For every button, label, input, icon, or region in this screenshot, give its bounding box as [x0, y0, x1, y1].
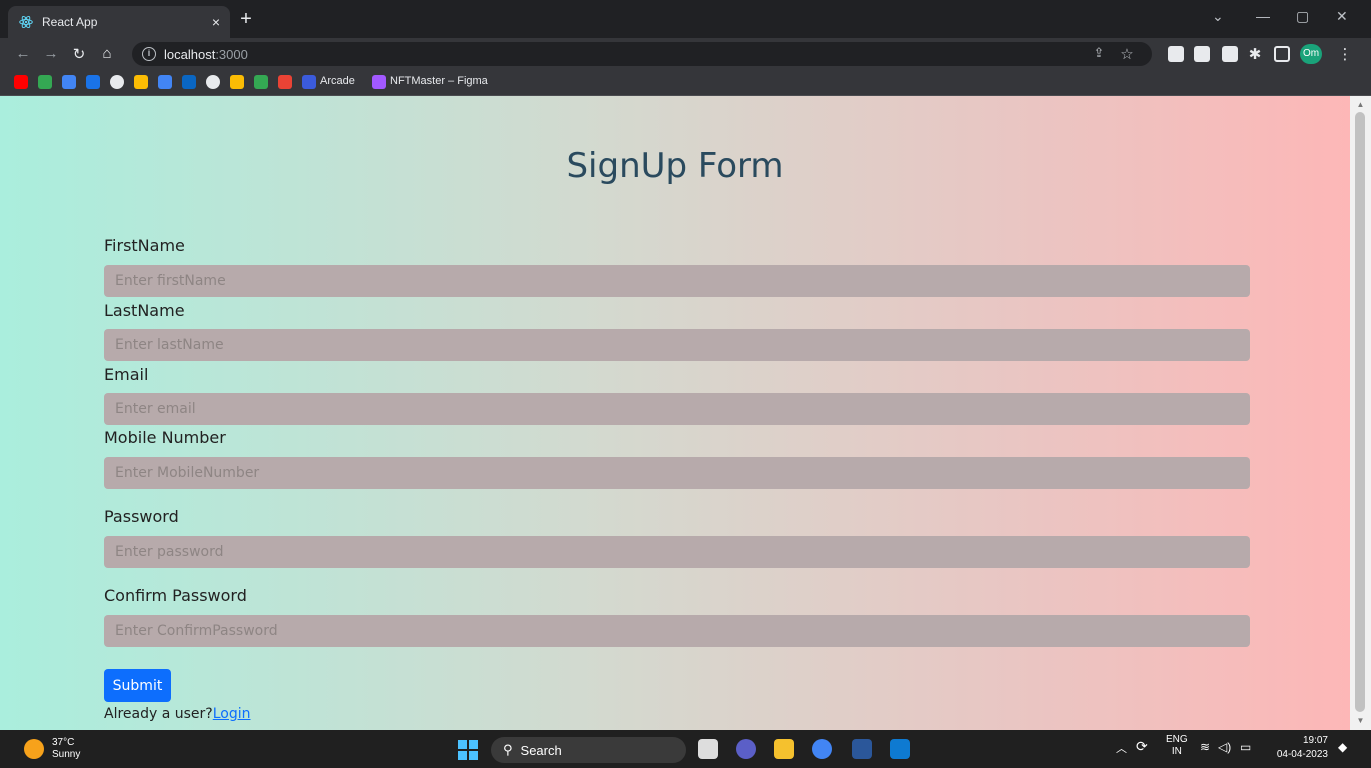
chrome-icon[interactable] [812, 739, 832, 759]
firstname-input[interactable] [104, 265, 1250, 297]
tab-title: React App [42, 15, 98, 29]
confirm-password-input[interactable] [104, 615, 1250, 647]
word-icon[interactable] [852, 739, 872, 759]
windows-start-icon[interactable] [458, 740, 478, 760]
side-panel-icon[interactable] [1274, 46, 1290, 62]
clock-date: 04-04-2023 [1276, 749, 1328, 760]
email-input[interactable] [104, 393, 1250, 425]
login-prompt-text: Already a user? [104, 706, 213, 722]
search-icon: ⚲ [503, 742, 513, 757]
extension-icon[interactable] [1168, 46, 1184, 62]
password-label: Password [104, 507, 179, 526]
google-icon-2[interactable] [206, 75, 220, 89]
tab-close-icon[interactable]: × [212, 14, 220, 30]
google-sheets-icon[interactable] [86, 75, 100, 89]
show-hidden-icons[interactable]: ︿ [1116, 740, 1127, 756]
taskbar-search[interactable]: ⚲ Search [491, 737, 686, 763]
site-info-icon[interactable]: i [142, 47, 156, 61]
windows-taskbar: 37°C Sunny ⚲ Search ︿ ⟳ ENG IN ≋ ◁) ▭ 19… [0, 730, 1371, 768]
clock-time: 19:07 [1302, 735, 1328, 746]
lastname-input[interactable] [104, 329, 1250, 361]
scroll-up-icon[interactable]: ▲ [1350, 100, 1371, 109]
firstname-label: FirstName [104, 236, 185, 255]
share-icon[interactable]: ⇪ [1090, 45, 1108, 61]
page-title: SignUp Form [566, 146, 784, 186]
meet-icon[interactable] [254, 75, 268, 89]
bookmarks-bar: Arcade NFTMaster – Figma [0, 70, 1371, 96]
menu-icon[interactable]: ⋮ [1336, 45, 1354, 63]
linkedin-icon[interactable] [182, 75, 196, 89]
email-label: Email [104, 365, 149, 384]
sync-icon[interactable]: ⟳ [1136, 738, 1148, 755]
bookmark-arcade[interactable]: Arcade [320, 75, 355, 87]
tab-react-app[interactable]: React App × [8, 6, 230, 38]
browser-tabstrip: React App × + ⌄ — ▢ ✕ [0, 0, 1371, 38]
url-host: localhost [164, 46, 216, 62]
task-view-icon[interactable] [698, 739, 718, 759]
sun-icon [24, 739, 44, 759]
battery-icon[interactable]: ▭ [1240, 740, 1251, 754]
address-bar[interactable]: i localhost:3000 [132, 42, 1152, 66]
back-icon[interactable]: ← [14, 45, 32, 62]
gmail-icon[interactable] [278, 75, 292, 89]
lastname-label: LastName [104, 301, 185, 320]
keep-icon[interactable] [230, 75, 244, 89]
s-extension-icon[interactable] [1194, 46, 1210, 62]
teams-chat-icon[interactable] [736, 739, 756, 759]
extensions-puzzle-icon[interactable]: ✱ [1246, 45, 1264, 63]
notifications-icon[interactable]: ◆ [1338, 740, 1347, 754]
lang-bottom: IN [1171, 746, 1182, 757]
restore-icon[interactable]: ▢ [1296, 8, 1309, 25]
profile-avatar[interactable]: Om [1300, 44, 1322, 64]
scroll-down-icon[interactable]: ▼ [1350, 716, 1371, 725]
password-input[interactable] [104, 536, 1250, 568]
login-link[interactable]: Login [213, 706, 251, 722]
mobile-input[interactable] [104, 457, 1250, 489]
b-extension-icon[interactable] [1222, 46, 1238, 62]
wifi-icon[interactable]: ≋ [1200, 740, 1210, 754]
minimize-icon[interactable]: — [1256, 8, 1270, 24]
page-scrollbar[interactable]: ▲ ▼ [1350, 96, 1371, 730]
weather-widget[interactable]: 37°C Sunny [24, 737, 80, 761]
page-viewport: SignUp Form FirstName LastName Email Mob… [0, 96, 1350, 730]
tab-search-icon[interactable]: ⌄ [1212, 8, 1224, 25]
drive-icon[interactable] [134, 75, 148, 89]
google-icon[interactable] [110, 75, 124, 89]
login-prompt: Already a user?Login [104, 706, 251, 722]
url-port: :3000 [215, 46, 248, 62]
new-tab-button[interactable]: + [236, 9, 256, 30]
confirm-password-label: Confirm Password [104, 586, 247, 605]
browser-toolbar: ← → ↻ ⌂ i localhost:3000 ⇪ ☆ ✱ Om ⋮ [0, 38, 1371, 70]
forward-icon[interactable]: → [42, 45, 60, 62]
bookmark-figma[interactable]: NFTMaster – Figma [390, 75, 488, 87]
file-explorer-icon[interactable] [774, 739, 794, 759]
volume-icon[interactable]: ◁) [1218, 740, 1231, 754]
bookmark-star-icon[interactable]: ☆ [1118, 45, 1136, 63]
photos-icon[interactable] [158, 75, 172, 89]
search-label: Search [520, 742, 562, 758]
arcade-icon[interactable] [302, 75, 316, 89]
weather-desc: Sunny [52, 749, 81, 760]
maps-icon[interactable] [38, 75, 52, 89]
scrollbar-thumb[interactable] [1355, 112, 1365, 712]
reload-icon[interactable]: ↻ [70, 45, 88, 63]
mobile-label: Mobile Number [104, 428, 226, 447]
language-indicator[interactable]: ENG IN [1166, 734, 1188, 758]
react-icon [18, 14, 34, 30]
clock[interactable]: 19:07 04-04-2023 [1268, 734, 1328, 762]
figma-icon[interactable] [372, 75, 386, 89]
submit-button[interactable]: Submit [104, 669, 171, 702]
close-window-icon[interactable]: ✕ [1336, 8, 1348, 25]
home-icon[interactable]: ⌂ [98, 45, 116, 62]
weather-temp: 37°C [52, 737, 75, 748]
lang-top: ENG [1166, 734, 1188, 745]
vscode-icon[interactable] [890, 739, 910, 759]
translate-icon[interactable] [62, 75, 76, 89]
youtube-icon[interactable] [14, 75, 28, 89]
